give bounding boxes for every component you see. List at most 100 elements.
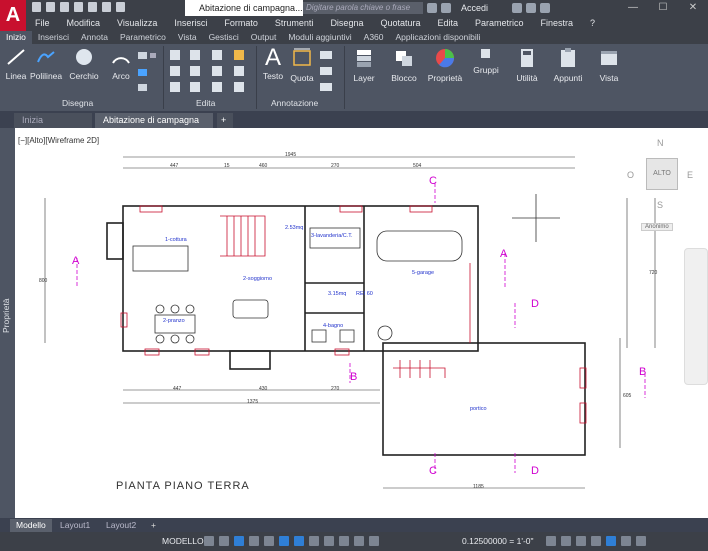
new-tab-button[interactable]: + xyxy=(217,113,233,128)
blocco-button[interactable]: Blocco xyxy=(388,47,420,83)
model-space-button[interactable]: MODELLO xyxy=(162,535,204,548)
menu-strumenti[interactable]: Strumenti xyxy=(266,16,322,31)
properties-palette[interactable]: Proprietà xyxy=(0,128,15,518)
tab-layout2[interactable]: Layout2 xyxy=(100,519,142,532)
menu-quotatura[interactable]: Quotatura xyxy=(371,16,428,31)
arco-button[interactable]: Arco xyxy=(108,47,134,81)
help-icon[interactable] xyxy=(540,3,550,13)
testo-button[interactable]: A Testo xyxy=(260,46,286,82)
wcs-menu[interactable]: Anonimo xyxy=(641,223,673,231)
annotation-visibility-icon[interactable] xyxy=(354,536,364,546)
tab-vista[interactable]: Vista xyxy=(172,31,203,44)
new-icon[interactable] xyxy=(32,2,41,12)
lineweight-icon[interactable] xyxy=(309,536,319,546)
dimension-text: 1375 xyxy=(247,399,259,405)
osnap-icon[interactable] xyxy=(279,536,289,546)
gear-icon[interactable] xyxy=(546,536,556,546)
menu-visualizza[interactable]: Visualizza xyxy=(108,16,165,31)
menu-file[interactable]: File xyxy=(26,16,58,31)
compass-n: N xyxy=(657,138,664,148)
draw-tools-icon[interactable] xyxy=(136,50,160,96)
close-button[interactable]: ✕ xyxy=(678,0,708,16)
search-input[interactable]: Digitare parola chiave o frase xyxy=(303,2,423,14)
plus-icon[interactable] xyxy=(561,536,571,546)
tab-document[interactable]: Abitazione di campagna xyxy=(95,113,213,128)
menu-modifica[interactable]: Modifica xyxy=(58,16,109,31)
tab-gestisci[interactable]: Gestisci xyxy=(203,31,245,44)
viewcube-face[interactable]: ALTO xyxy=(646,158,678,190)
tab-parametrico[interactable]: Parametrico xyxy=(114,31,172,44)
menu-icon[interactable] xyxy=(636,536,646,546)
utilita-button[interactable]: Utilità xyxy=(512,47,542,83)
menu-disegna[interactable]: Disegna xyxy=(321,16,371,31)
ortho-icon[interactable] xyxy=(234,536,244,546)
clean-screen-icon[interactable] xyxy=(621,536,631,546)
proprieta-button[interactable]: Proprietà xyxy=(426,47,464,83)
tab-moduli-aggiuntivi[interactable]: Moduli aggiuntivi xyxy=(282,31,357,44)
exchange-icon[interactable] xyxy=(526,3,536,13)
annotation-scale-icon[interactable] xyxy=(369,536,379,546)
navigation-bar[interactable] xyxy=(684,248,708,385)
app-logo[interactable]: A xyxy=(0,0,26,31)
login-button[interactable]: Accedi xyxy=(461,2,488,14)
snap-icon[interactable] xyxy=(219,536,229,546)
isolate-icon[interactable] xyxy=(576,536,586,546)
tab-applicazioni[interactable]: Applicazioni disponibili xyxy=(390,31,487,44)
user-icon[interactable] xyxy=(441,3,451,13)
polilinea-button[interactable]: Polilinea xyxy=(30,47,62,81)
selection-cycling-icon[interactable] xyxy=(339,536,349,546)
redo-icon[interactable] xyxy=(116,2,125,12)
cerchio-button[interactable]: Cerchio xyxy=(68,47,100,81)
saveas-icon[interactable] xyxy=(74,2,83,12)
tab-a360[interactable]: A360 xyxy=(358,31,390,44)
drawing-canvas[interactable]: [−][Alto][Wireframe 2D] 1-cottura 2-sogg… xyxy=(15,128,708,518)
appunti-button[interactable]: Appunti xyxy=(552,47,584,83)
menu-finestra[interactable]: Finestra xyxy=(532,16,582,31)
menu-edita[interactable]: Edita xyxy=(429,16,467,31)
menu-formato[interactable]: Formato xyxy=(215,16,266,31)
menu-parametrico[interactable]: Parametrico xyxy=(466,16,532,31)
vista-button[interactable]: Vista xyxy=(596,47,622,83)
hardware-acceleration-icon[interactable] xyxy=(606,536,616,546)
room-label: 2-pranzo xyxy=(163,318,185,324)
blocco-label: Blocco xyxy=(391,73,417,83)
open-icon[interactable] xyxy=(46,2,55,12)
add-layout-button[interactable]: + xyxy=(145,519,162,532)
cart-icon[interactable] xyxy=(512,3,522,13)
undo-icon[interactable] xyxy=(102,2,111,12)
viewcube[interactable]: N O E S ALTO xyxy=(627,138,693,210)
panel-disegna[interactable]: Disegna xyxy=(62,98,93,108)
lock-icon[interactable] xyxy=(591,536,601,546)
maximize-button[interactable]: ☐ xyxy=(648,0,678,16)
isodraft-icon[interactable] xyxy=(264,536,274,546)
tab-output[interactable]: Output xyxy=(245,31,283,44)
minimize-button[interactable]: — xyxy=(618,0,648,16)
otrack-icon[interactable] xyxy=(294,536,304,546)
grid-icon[interactable] xyxy=(204,536,214,546)
polar-icon[interactable] xyxy=(249,536,259,546)
annotation-scale[interactable]: 0.12500000 = 1'-0" xyxy=(462,535,534,548)
tab-inserisci[interactable]: Inserisci xyxy=(32,31,75,44)
panel-edita[interactable]: Edita xyxy=(196,98,215,108)
menu-inserisci[interactable]: Inserisci xyxy=(165,16,215,31)
gruppi-button[interactable]: Gruppi xyxy=(470,47,502,75)
room-label: 1-cottura xyxy=(165,237,187,243)
tab-inizio[interactable]: Inizio xyxy=(0,31,32,44)
panel-annotazione[interactable]: Annotazione xyxy=(271,98,318,108)
quota-button[interactable]: Quota xyxy=(289,47,315,83)
circle-icon xyxy=(76,49,92,65)
transparency-icon[interactable] xyxy=(324,536,334,546)
dimension-icon xyxy=(293,48,311,66)
layer-button[interactable]: Layer xyxy=(348,47,380,83)
tab-layout1[interactable]: Layout1 xyxy=(54,519,96,532)
tab-annota[interactable]: Annota xyxy=(75,31,114,44)
linea-button[interactable]: Linea xyxy=(4,47,28,81)
modify-tools-icon[interactable] xyxy=(168,48,252,96)
annotation-tools-icon[interactable] xyxy=(318,48,340,96)
tab-modello[interactable]: Modello xyxy=(10,519,52,532)
print-icon[interactable] xyxy=(88,2,97,12)
binoculars-icon[interactable] xyxy=(427,3,437,13)
save-icon[interactable] xyxy=(60,2,69,12)
tab-start[interactable]: Inizia xyxy=(14,113,92,128)
menu-help[interactable]: ? xyxy=(581,16,603,31)
